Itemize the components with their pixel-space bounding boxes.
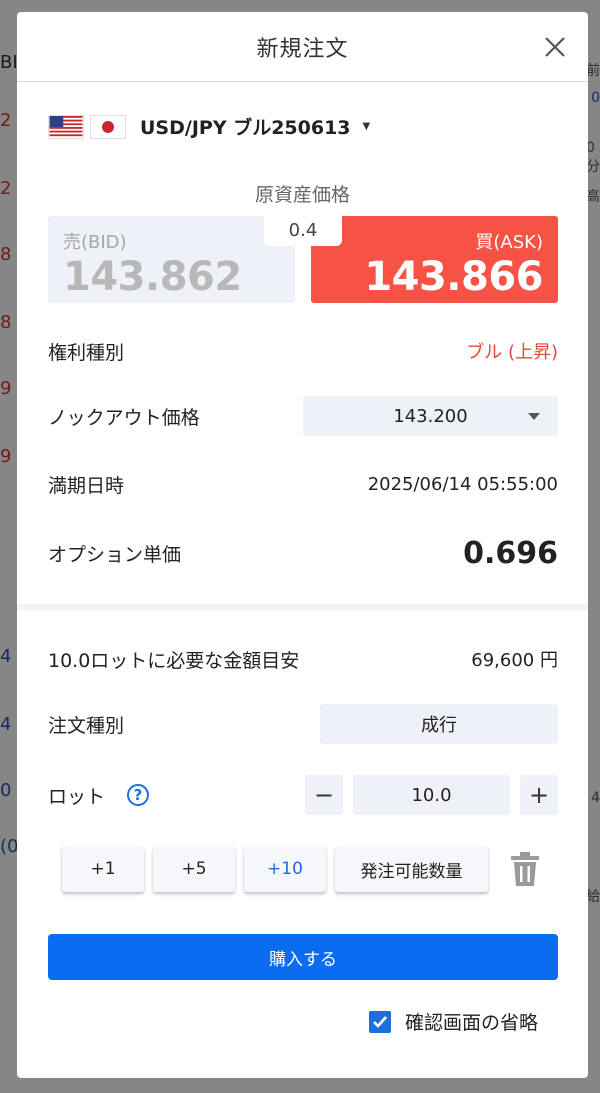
required-amount-row: 10.0ロットに必要な金額目安 69,600 円 xyxy=(48,639,558,679)
add-1-button[interactable]: +1 xyxy=(62,846,144,892)
bid-price-box[interactable]: 売(BID) 143.862 xyxy=(48,216,295,303)
underlying-price-title: 原資産価格 xyxy=(254,184,350,206)
trash-icon[interactable] xyxy=(509,850,541,888)
skip-confirm-checkbox[interactable] xyxy=(368,1010,391,1033)
chevron-down-icon: ▼ xyxy=(362,121,371,132)
required-amount-label: 10.0ロットに必要な金額目安 xyxy=(48,649,300,672)
section-divider xyxy=(17,604,588,610)
bid-value: 143.862 xyxy=(63,254,242,300)
close-button[interactable] xyxy=(542,34,568,60)
max-orderable-button[interactable]: 発注可能数量 xyxy=(335,846,488,892)
knockout-price-value: 143.200 xyxy=(393,405,468,427)
option-price-value: 0.696 xyxy=(463,535,558,571)
lot-input[interactable] xyxy=(353,775,510,815)
order-type-select[interactable]: 成行 xyxy=(320,704,558,744)
lot-decrement-button[interactable]: − xyxy=(305,775,343,815)
ask-price-box[interactable]: 買(ASK) 143.866 xyxy=(311,216,558,303)
new-order-modal: 新規注文 USD/JPY ブル250613 ▼ 原資産価格 売(BID) 143… xyxy=(17,12,588,1078)
modal-header: 新規注文 xyxy=(17,12,588,82)
order-type-row: 注文種別 成行 xyxy=(48,704,558,744)
spread-badge: 0.4 xyxy=(264,216,342,246)
skip-confirm-toggle[interactable]: 確認画面の省略 xyxy=(368,1008,538,1035)
add-5-button[interactable]: +5 xyxy=(153,846,235,892)
japan-flag-icon xyxy=(90,114,126,139)
ask-label: 買(ASK) xyxy=(475,232,543,253)
knockout-row: ノックアウト価格 143.200 xyxy=(48,396,558,436)
right-type-label: 権利種別 xyxy=(48,341,125,364)
check-icon xyxy=(373,1015,387,1028)
lot-stepper: − + xyxy=(305,775,558,815)
right-type-value: ブル (上昇) xyxy=(466,342,558,363)
expiry-value: 2025/06/14 05:55:00 xyxy=(367,473,558,495)
symbol-selector[interactable]: USD/JPY ブル250613 ▼ xyxy=(48,113,370,140)
us-flag-icon xyxy=(48,114,84,139)
close-icon xyxy=(545,37,565,57)
knockout-label: ノックアウト価格 xyxy=(48,406,200,429)
option-price-label: オプション単価 xyxy=(48,543,182,566)
modal-title: 新規注文 xyxy=(256,36,349,62)
caret-down-icon xyxy=(528,413,540,420)
expiry-row: 満期日時 2025/06/14 05:55:00 xyxy=(48,464,558,504)
skip-confirm-label: 確認画面の省略 xyxy=(404,1012,538,1034)
required-amount-value: 69,600 円 xyxy=(471,650,558,671)
right-type-row: 権利種別 ブル (上昇) xyxy=(48,331,558,371)
lot-increment-button[interactable]: + xyxy=(520,775,558,815)
lot-row: ロット ? − + xyxy=(48,775,558,815)
help-icon[interactable]: ? xyxy=(127,784,150,806)
ask-value: 143.866 xyxy=(364,254,543,300)
knockout-price-select[interactable]: 143.200 xyxy=(303,396,558,436)
expiry-label: 満期日時 xyxy=(48,474,125,497)
bid-label: 売(BID) xyxy=(63,232,127,253)
buy-button[interactable]: 購入する xyxy=(48,934,558,980)
lot-label: ロット xyxy=(48,785,106,808)
option-price-row: オプション単価 0.696 xyxy=(48,533,558,573)
symbol-label: USD/JPY ブル250613 xyxy=(140,117,351,139)
add-10-button[interactable]: +10 xyxy=(244,846,326,892)
quick-lot-buttons: +1 +5 +10 発注可能数量 xyxy=(62,846,541,892)
order-type-label: 注文種別 xyxy=(48,714,125,737)
